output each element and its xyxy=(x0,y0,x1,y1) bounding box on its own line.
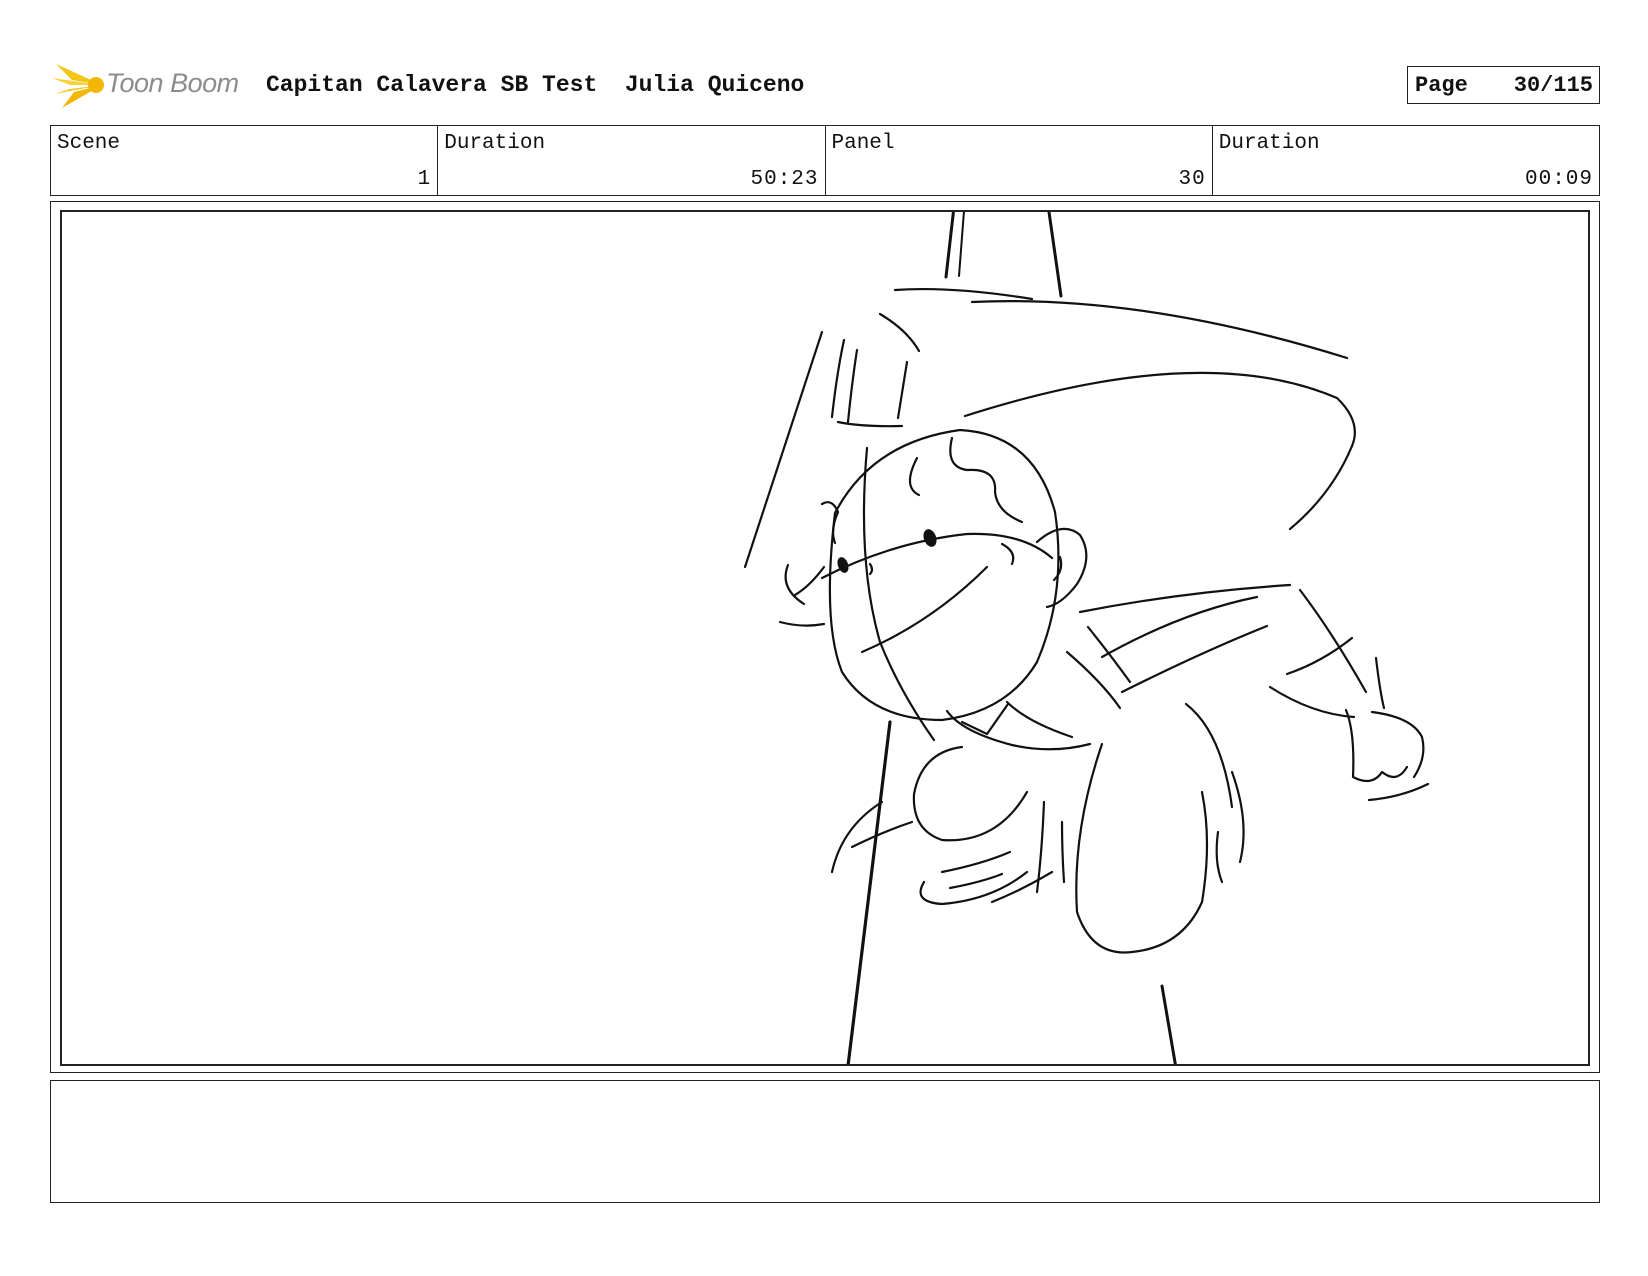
panel-value: 30 xyxy=(1178,168,1206,191)
author-name: Julia Quiceno xyxy=(624,72,805,98)
scene-value: 1 xyxy=(417,168,432,191)
scene-label: Scene xyxy=(57,132,121,155)
panel-info-table: Scene 1 Duration 50:23 Panel 30 Duration… xyxy=(50,125,1600,196)
panel-notes-box[interactable] xyxy=(50,1080,1600,1203)
panel-duration-cell: Duration 00:09 xyxy=(1213,126,1599,195)
scene-duration-label: Duration xyxy=(444,132,546,155)
scene-duration-value: 50:23 xyxy=(750,168,819,191)
sketch-drawing xyxy=(743,212,1430,1064)
page-indicator: Page 30/115 xyxy=(1407,66,1600,104)
panel-cell: Panel 30 xyxy=(826,126,1213,195)
scene-cell: Scene 1 xyxy=(51,126,439,195)
page-number: 30/115 xyxy=(1513,72,1593,98)
page-label: Page xyxy=(1415,72,1468,98)
toon-boom-logo: Toon Boom xyxy=(52,58,252,114)
panel-duration-value: 00:09 xyxy=(1524,168,1593,191)
logo-wordmark: Toon Boom xyxy=(106,68,239,98)
storyboard-panel xyxy=(60,210,1590,1066)
panel-label: Panel xyxy=(831,132,895,155)
scene-duration-cell: Duration 50:23 xyxy=(438,126,826,195)
panel-duration-label: Duration xyxy=(1218,132,1320,155)
sunburst-icon xyxy=(52,64,104,108)
page-title: Capitan Calavera SB Test Julia Quiceno xyxy=(266,72,804,98)
project-title: Capitan Calavera SB Test xyxy=(266,72,598,98)
